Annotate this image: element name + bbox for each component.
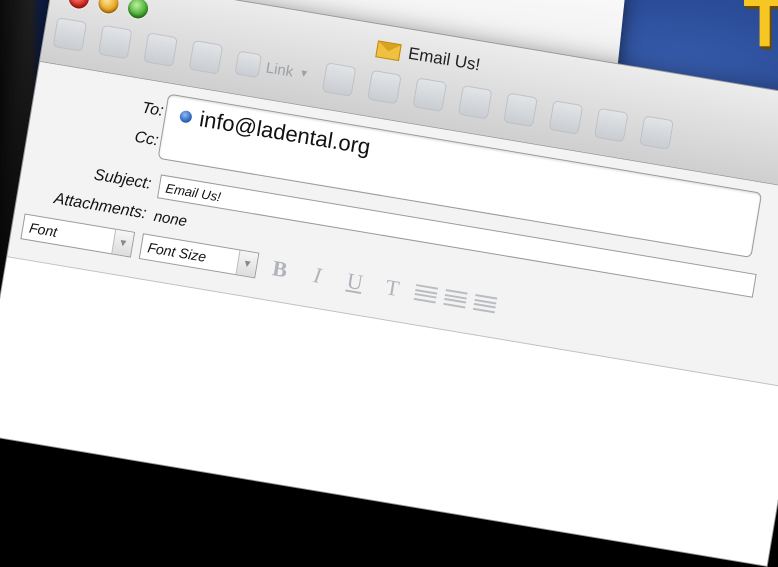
italic-button[interactable]: I <box>300 260 334 291</box>
attach-file-icon[interactable] <box>188 39 224 75</box>
delete-icon[interactable] <box>322 62 357 97</box>
chevron-down-icon: ▼ <box>235 250 259 278</box>
to-address: info@ladental.org <box>197 106 373 160</box>
font-size-select-value: Font Size <box>146 239 208 265</box>
underline-button[interactable]: U <box>338 267 372 298</box>
list-icon[interactable] <box>594 107 629 143</box>
window-controls <box>67 0 150 20</box>
contact-dot-icon <box>178 109 193 124</box>
bold-button[interactable]: B <box>263 254 297 285</box>
signature-icon[interactable] <box>412 77 448 113</box>
window-title-text: Email Us! <box>406 43 482 75</box>
link-label: Link <box>264 58 295 81</box>
link-icon <box>234 50 263 79</box>
link-button[interactable]: Link ▼ <box>234 50 311 87</box>
paperclip-icon[interactable] <box>367 69 403 105</box>
clipboard-icon[interactable] <box>639 115 675 150</box>
stationery-icon[interactable] <box>458 85 493 120</box>
chevron-down-icon: ▼ <box>298 67 310 80</box>
chevron-down-icon: ▼ <box>111 229 134 257</box>
close-button[interactable] <box>67 0 91 10</box>
align-center-icon[interactable] <box>443 289 468 309</box>
align-left-icon[interactable] <box>413 284 439 304</box>
attachments-value: none <box>152 207 189 230</box>
address-book-icon[interactable] <box>143 32 178 67</box>
chat-icon[interactable] <box>97 24 133 60</box>
heading-fragment: T <box>743 0 778 61</box>
minimize-button[interactable] <box>96 0 120 15</box>
text-style-button[interactable]: T <box>375 273 409 304</box>
send-icon[interactable] <box>52 17 88 52</box>
photo-icon[interactable] <box>549 100 584 135</box>
zoom-button[interactable] <box>126 0 150 20</box>
email-compose-window: Email Us! Link ▼ info@ladental.org To: C… <box>0 0 778 567</box>
format-icon[interactable] <box>503 92 539 128</box>
font-select-value: Font <box>28 219 59 240</box>
align-right-icon[interactable] <box>472 293 498 314</box>
window-title: Email Us! <box>375 38 482 75</box>
envelope-icon <box>375 39 402 61</box>
